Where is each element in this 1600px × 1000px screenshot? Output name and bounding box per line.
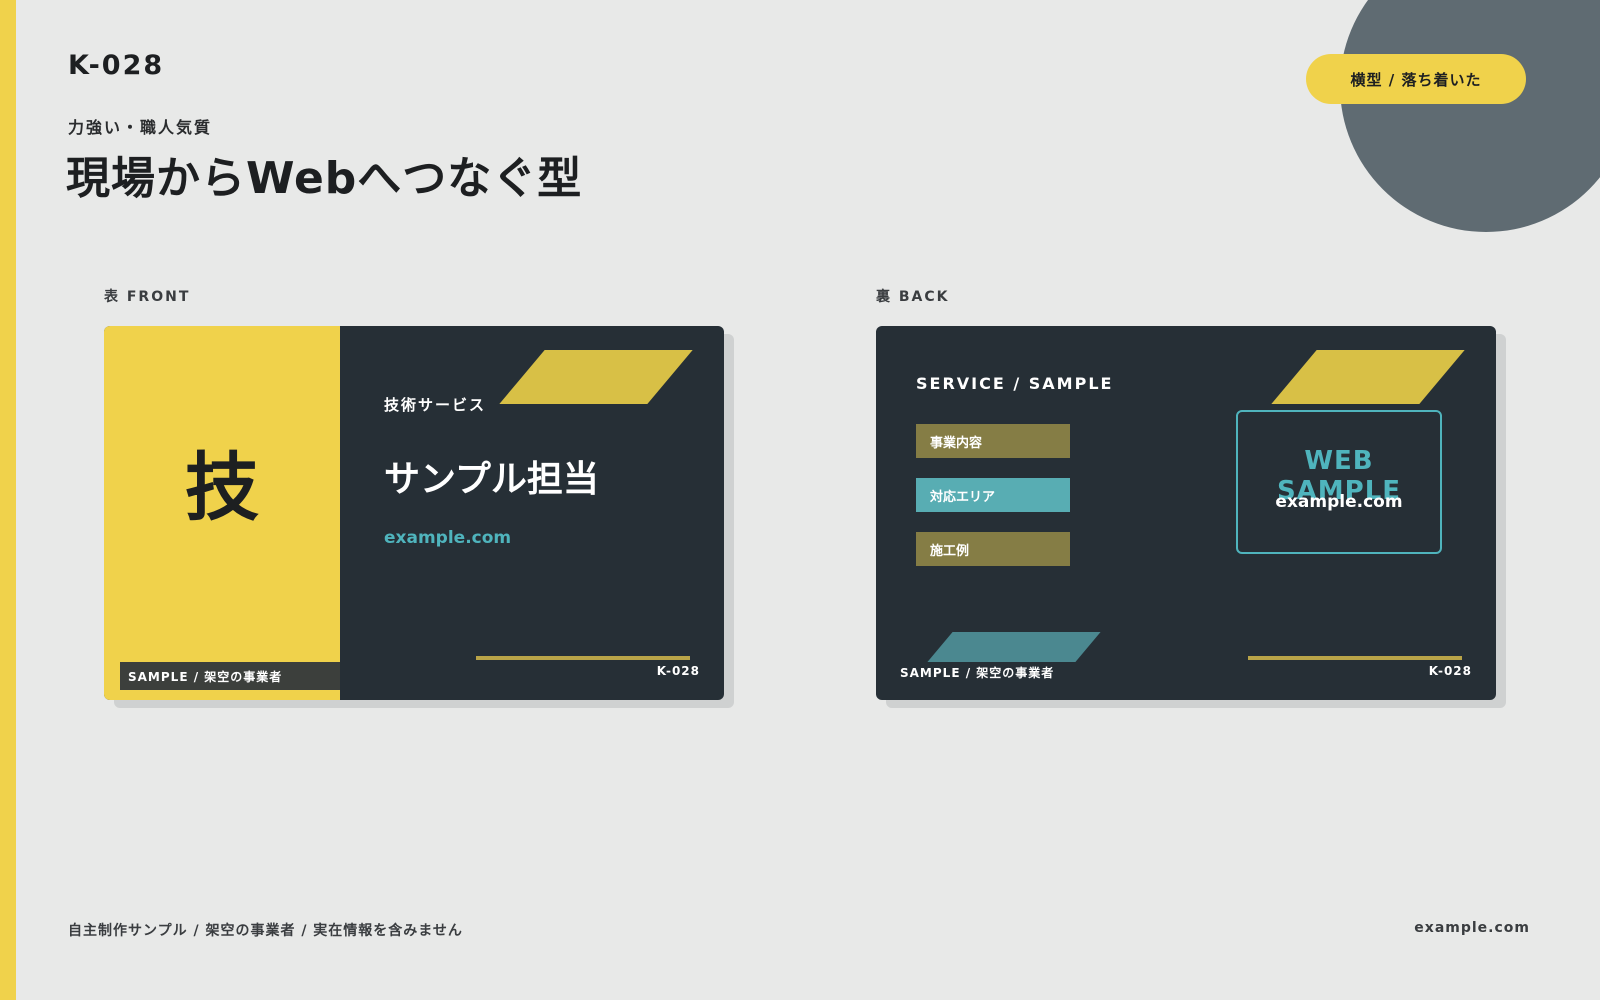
design-code: K-028 — [68, 50, 165, 81]
front-url: example.com — [384, 528, 512, 548]
front-card-code: K-028 — [656, 664, 700, 678]
back-card: SERVICE / SAMPLE 事業内容 対応エリア 施工例 WEB SAMP… — [876, 326, 1496, 700]
page-subtitle: 力強い・職人気質 — [68, 118, 213, 137]
web-sample-url: example.com — [1275, 492, 1403, 512]
service-item-works: 施工例 — [916, 532, 1070, 566]
front-sample-tag: SAMPLE / 架空の事業者 — [120, 662, 340, 690]
back-teal-slant-decoration — [927, 632, 1101, 662]
back-gold-line — [1248, 656, 1462, 660]
web-sample-box: WEB SAMPLE example.com — [1236, 410, 1442, 554]
page-title: 現場からWebへつなぐ型 — [66, 153, 583, 204]
footer-note: 自主制作サンプル / 架空の事業者 / 実在情報を含みません — [68, 923, 463, 939]
front-slant-decoration — [499, 350, 693, 404]
style-badge: 横型 / 落ち着いた — [1306, 54, 1526, 104]
front-card: 技 技術サービス サンプル担当 example.com SAMPLE / 架空の… — [104, 326, 724, 700]
left-accent-stripe — [0, 0, 16, 1000]
corner-circle-decoration — [1340, 0, 1600, 232]
front-kanji-mark: 技 — [185, 445, 259, 531]
service-item-area: 対応エリア — [916, 478, 1070, 512]
front-person-name: サンプル担当 — [384, 459, 599, 500]
back-heading: SERVICE / SAMPLE — [916, 374, 1114, 393]
service-item-business: 事業内容 — [916, 424, 1070, 458]
back-card-code: K-028 — [1428, 664, 1472, 678]
back-slant-decoration — [1271, 350, 1465, 404]
back-sample-tag: SAMPLE / 架空の事業者 — [900, 666, 1055, 680]
front-gold-line — [476, 656, 690, 660]
front-label: 表 FRONT — [104, 289, 191, 305]
front-service-label: 技術サービス — [384, 396, 487, 414]
back-label: 裏 BACK — [876, 289, 950, 305]
footer-url: example.com — [1414, 920, 1530, 936]
